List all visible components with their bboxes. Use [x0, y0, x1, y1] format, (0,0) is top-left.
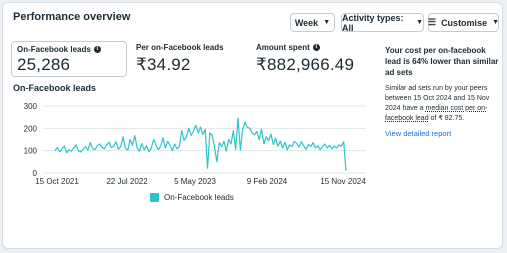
section-title: Performance overview	[13, 11, 131, 23]
chart-title: On-Facebook leads	[13, 83, 97, 93]
chevron-down-icon: ▼	[323, 19, 331, 26]
info-icon[interactable]: i	[93, 46, 101, 53]
customise-dropdown[interactable]: ☰ Customise ▼	[428, 13, 499, 32]
week-dropdown-label: Week	[294, 17, 319, 28]
series-line-on-facebook-leads	[54, 117, 347, 171]
metric-on-facebook-leads[interactable]: On-Facebook leads i 25,286	[11, 41, 127, 77]
legend-label: On-Facebook leads	[164, 193, 234, 202]
x-tick-label: 9 Feb 2024	[247, 177, 288, 186]
metric-value: ₹34.92	[136, 55, 191, 74]
x-tick-label: 15 Nov 2024	[320, 177, 366, 186]
metric-label: On-Facebook leads	[17, 45, 91, 54]
x-tick-label: 22 Jul 2022	[106, 177, 148, 186]
insight-body: Similar ad sets run by your peers betwee…	[385, 84, 501, 124]
y-tick-label: 300	[24, 102, 38, 111]
metric-value: ₹882,966.49	[256, 55, 355, 74]
metric-label: Amount spent	[256, 43, 310, 52]
columns-icon: ☰	[427, 17, 437, 27]
insight-heading: Your cost per on-facebook lead is 64% lo…	[385, 46, 499, 77]
activity-types-dropdown[interactable]: Activity types: All ▼	[341, 12, 424, 33]
insight-panel: Your cost per on-facebook lead is 64% lo…	[385, 45, 501, 138]
line-chart: 0100200300 15 Oct 2021 22 Jul 2022 5 May 2…	[24, 102, 367, 186]
chevron-down-icon: ▼	[416, 19, 423, 26]
metric-per-lead-cost[interactable]: Per on-Facebook leads ₹34.92	[136, 43, 224, 75]
x-tick-label: 5 May 2023	[174, 177, 216, 186]
week-dropdown[interactable]: Week ▼	[290, 13, 335, 32]
activity-types-label: Activity types: All	[342, 12, 404, 33]
customise-label: Customise	[441, 17, 488, 28]
metric-label: Per on-Facebook leads	[136, 43, 224, 52]
x-tick-label: 15 Oct 2021	[35, 177, 79, 186]
y-tick-label: 200	[24, 124, 38, 133]
view-detailed-report-link[interactable]: View detailed report	[385, 129, 501, 138]
performance-overview-card: Performance overview Week ▼ Activity typ…	[2, 2, 503, 249]
y-tick-label: 100	[24, 147, 38, 156]
metric-amount-spent[interactable]: Amount spent i ₹882,966.49	[256, 43, 354, 75]
chart-legend: On-Facebook leads	[150, 193, 234, 202]
info-icon[interactable]: i	[312, 44, 320, 51]
metric-value: 25,286	[17, 55, 71, 74]
insight-body-suffix: of ₹ 82.75.	[428, 115, 465, 122]
chevron-down-icon: ▼	[492, 19, 500, 26]
legend-swatch	[150, 193, 159, 202]
